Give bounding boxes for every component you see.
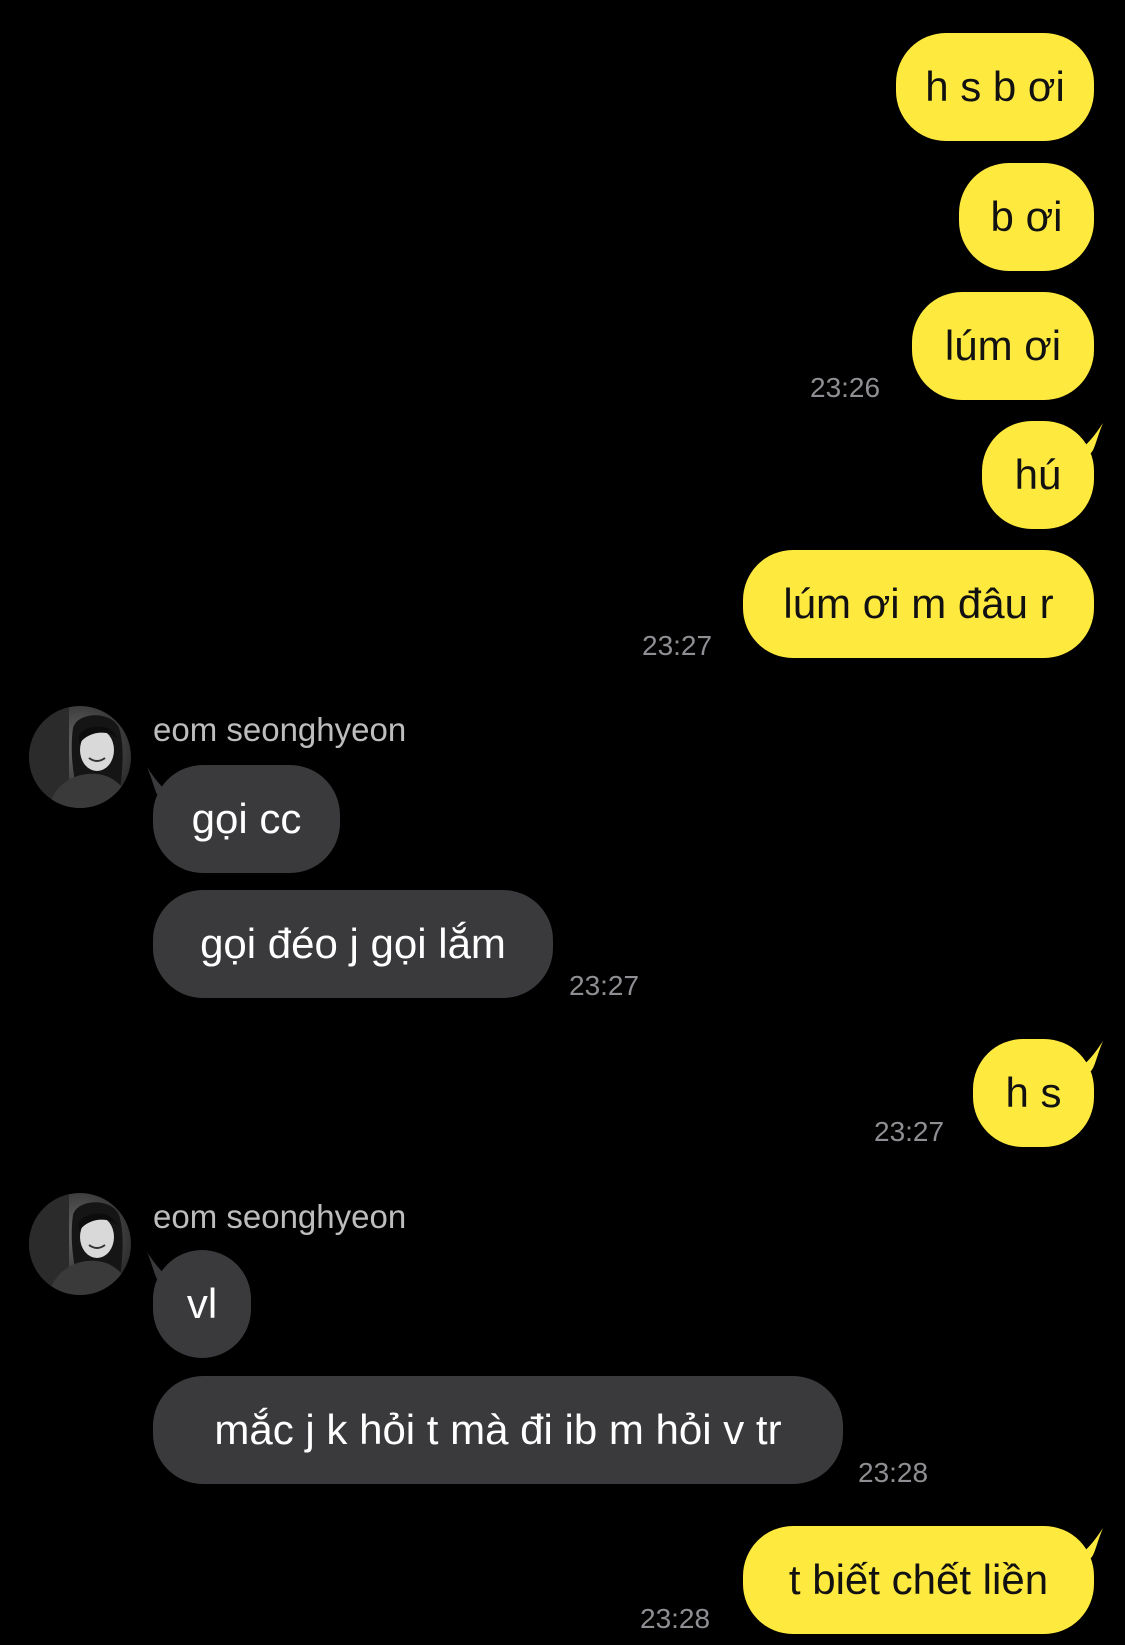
message-text: h s b ơi [925,63,1065,110]
outgoing-message-bubble[interactable]: t biết chết liền [743,1526,1094,1634]
message-text: h s [1005,1069,1062,1116]
bubble-tail-icon [1073,423,1103,453]
outgoing-message-bubble[interactable]: h s b ơi [896,33,1094,141]
message-text: lúm ơi m đâu r [783,580,1054,627]
message-text: vl [186,1280,218,1327]
sender-name: eom seonghyeon [153,711,407,748]
message-text: b ơi [990,193,1063,240]
outgoing-message-bubble[interactable]: lúm ơi m đâu r [743,550,1094,658]
incoming-message-bubble[interactable]: vl [153,1250,251,1358]
message-text: hú [1014,451,1062,498]
message-timestamp: 23:27 [569,970,640,1001]
message-text: gọi đéo j gọi lắm [200,920,506,967]
message-text: gọi cc [191,795,302,842]
incoming-message-bubble[interactable]: mắc j k hỏi t mà đi ib m hỏi v tr [153,1376,843,1484]
avatar[interactable] [29,706,131,808]
message-timestamp: 23:27 [874,1116,945,1147]
message-text: t biết chết liền [788,1556,1049,1603]
message-timestamp: 23:27 [642,630,713,661]
message-text: mắc j k hỏi t mà đi ib m hỏi v tr [214,1406,782,1453]
bubble-tail-icon [1073,1041,1103,1071]
outgoing-message-bubble[interactable]: b ơi [959,163,1094,271]
message-text: lúm ơi [944,322,1062,369]
bubble-tail-icon [1073,1528,1103,1558]
incoming-message-bubble[interactable]: gọi đéo j gọi lắm [153,890,553,998]
message-timestamp: 23:28 [640,1603,711,1634]
profile-photo-icon [29,1193,131,1295]
message-timestamp: 23:26 [810,372,881,403]
outgoing-message-bubble[interactable]: lúm ơi [912,292,1094,400]
incoming-message-bubble[interactable]: gọi cc [153,765,340,873]
message-timestamp: 23:28 [858,1457,929,1488]
avatar[interactable] [29,1193,131,1295]
sender-name: eom seonghyeon [153,1198,407,1235]
profile-photo-icon [29,706,131,808]
